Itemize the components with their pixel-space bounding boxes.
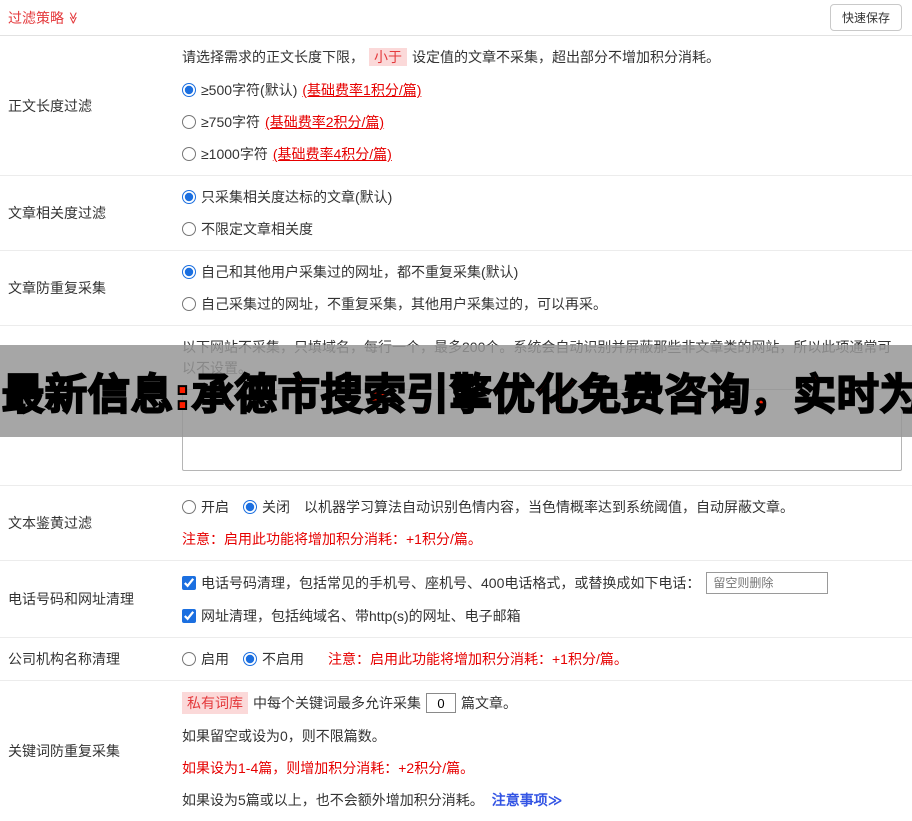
highlight-private-thesaurus: 私有词库 [182, 692, 248, 714]
radio-porn-off[interactable]: 关闭 [243, 497, 290, 517]
relevance-filter-content: 只采集相关度达标的文章(默认) 不限定文章相关度 [178, 176, 912, 250]
row-label-keyword-dedup: 关键词防重复采集 [8, 743, 120, 759]
quick-save-button[interactable]: 快速保存 [829, 4, 902, 31]
radio-length-1000-label: ≥1000字符 [201, 146, 268, 162]
radio-length-1000[interactable]: ≥1000字符 (基础费率4积分/篇) [182, 144, 902, 164]
radio-relevance-any[interactable]: 不限定文章相关度 [182, 219, 902, 239]
radio-porn-off-input[interactable] [243, 500, 257, 514]
row-dedup-filter: 文章防重复采集 自己和其他用户采集过的网址，都不重复采集(默认) 自己采集过的网… [0, 251, 912, 326]
radio-porn-on[interactable]: 开启 [182, 497, 229, 517]
max-articles-input[interactable] [426, 693, 456, 713]
radio-dedup-self-label: 自己采集过的网址，不重复采集，其他用户采集过的，可以再采。 [201, 296, 607, 312]
keyword-dedup-line4-text: 如果设为5篇或以上，也不会额外增加积分消耗。 [182, 792, 484, 808]
radio-length-500-input[interactable] [182, 83, 196, 97]
checkbox-url-clean-input[interactable] [182, 609, 196, 623]
radio-length-750-input[interactable] [182, 115, 196, 129]
keyword-dedup-line1: 私有词库 中每个关键词最多允许采集 篇文章。 [182, 692, 902, 714]
radio-length-750-label: ≥750字符 [201, 114, 261, 130]
radio-relevance-any-label: 不限定文章相关度 [201, 221, 313, 237]
row-label-relevance-filter: 文章相关度过滤 [8, 205, 106, 221]
keyword-dedup-line3: 如果设为1-4篇，则增加积分消耗：+2积分/篇。 [182, 760, 475, 776]
ad-overlay-banner: 最新信息:承德市搜索引擎优化免费咨询，实时为 [0, 345, 912, 437]
radio-dedup-global[interactable]: 自己和其他用户采集过的网址，都不重复采集(默认) [182, 262, 902, 282]
keyword-dedup-line4: 如果设为5篇或以上，也不会额外增加积分消耗。 注意事项≫ [182, 790, 902, 810]
radio-length-750-fee: (基础费率2积分/篇) [265, 114, 385, 130]
radio-relevance-strict-input[interactable] [182, 190, 196, 204]
radio-length-500-label: ≥500字符(默认) [201, 82, 298, 98]
radio-relevance-strict[interactable]: 只采集相关度达标的文章(默认) [182, 187, 902, 207]
radio-porn-on-label: 开启 [201, 499, 229, 515]
chevron-down-icon: ≫ [66, 11, 81, 24]
row-label-length-filter: 正文长度过滤 [8, 97, 92, 114]
radio-dedup-self[interactable]: 自己采集过的网址，不重复采集，其他用户采集过的，可以再采。 [182, 294, 902, 314]
radio-company-off-input[interactable] [243, 652, 257, 666]
row-keyword-dedup: 关键词防重复采集 私有词库 中每个关键词最多允许采集 篇文章。 如果留空或设为0… [0, 681, 912, 821]
porn-filter-note: 注意：启用此功能将增加积分消耗：+1积分/篇。 [182, 531, 482, 547]
intro-before: 请选择需求的正文长度下限， [182, 49, 364, 65]
topbar: 过滤策略 ≫ 快速保存 [0, 0, 912, 36]
radio-length-1000-input[interactable] [182, 147, 196, 161]
porn-filter-content: 开启 关闭 以机器学习算法自动识别色情内容，当色情概率达到系统阈值，自动屏蔽文章… [178, 486, 912, 560]
radio-porn-on-input[interactable] [182, 500, 196, 514]
row-porn-filter: 文本鉴黄过滤 开启 关闭 以机器学习算法自动识别色情内容，当色情概率达到系统阈值… [0, 486, 912, 561]
row-label-dedup-filter: 文章防重复采集 [8, 280, 106, 296]
radio-relevance-strict-label: 只采集相关度达标的文章(默认) [201, 189, 393, 205]
radio-length-500[interactable]: ≥500字符(默认) (基础费率1积分/篇) [182, 80, 902, 100]
page-title-text: 过滤策略 [8, 9, 64, 26]
radio-company-on-label: 启用 [201, 651, 229, 667]
porn-filter-description: 以机器学习算法自动识别色情内容，当色情概率达到系统阈值，自动屏蔽文章。 [304, 499, 794, 515]
phone-url-clean-content: 电话号码清理，包括常见的手机号、座机号、400电话格式，或替换成如下电话： 网址… [178, 561, 912, 637]
company-clean-options: 启用 不启用 注意：启用此功能将增加积分消耗：+1积分/篇。 [182, 649, 902, 669]
radio-company-off[interactable]: 不启用 [243, 649, 304, 669]
row-label-company-clean: 公司机构名称清理 [8, 651, 120, 667]
radio-relevance-any-input[interactable] [182, 222, 196, 236]
radio-dedup-self-input[interactable] [182, 297, 196, 311]
keyword-dedup-content: 私有词库 中每个关键词最多允许采集 篇文章。 如果留空或设为0，则不限篇数。 如… [178, 681, 912, 821]
porn-filter-options: 开启 关闭 以机器学习算法自动识别色情内容，当色情概率达到系统阈值，自动屏蔽文章… [182, 497, 902, 517]
checkbox-phone-clean-input[interactable] [182, 576, 196, 590]
row-relevance-filter: 文章相关度过滤 只采集相关度达标的文章(默认) 不限定文章相关度 [0, 176, 912, 251]
row-phone-url-clean: 电话号码和网址清理 电话号码清理，包括常见的手机号、座机号、400电话格式，或替… [0, 561, 912, 638]
radio-length-750[interactable]: ≥750字符 (基础费率2积分/篇) [182, 112, 902, 132]
row-length-filter: 正文长度过滤 请选择需求的正文长度下限， 小于 设定值的文章不采集，超出部分不增加积… [0, 36, 912, 176]
radio-company-off-label: 不启用 [262, 651, 304, 667]
row-label-porn-filter: 文本鉴黄过滤 [8, 515, 92, 531]
radio-length-500-fee: (基础费率1积分/篇) [302, 82, 422, 98]
radio-porn-off-label: 关闭 [262, 499, 290, 515]
intro-after: 设定值的文章不采集，超出部分不增加积分消耗。 [412, 49, 720, 65]
highlight-less-than: 小于 [369, 48, 407, 66]
length-filter-intro: 请选择需求的正文长度下限， 小于 设定值的文章不采集，超出部分不增加积分消耗。 [182, 47, 902, 68]
page-title[interactable]: 过滤策略 ≫ [8, 8, 80, 28]
keyword-dedup-line1-mid: 中每个关键词最多允许采集 [253, 695, 421, 711]
checkbox-url-clean-label: 网址清理，包括纯域名、带http(s)的网址、电子邮箱 [201, 608, 521, 624]
row-company-clean: 公司机构名称清理 启用 不启用 注意：启用此功能将增加积分消耗：+1积分/篇。 [0, 638, 912, 681]
radio-dedup-global-input[interactable] [182, 265, 196, 279]
radio-company-on-input[interactable] [182, 652, 196, 666]
phone-clean-line: 电话号码清理，包括常见的手机号、座机号、400电话格式，或替换成如下电话： [182, 572, 902, 594]
checkbox-phone-clean-label: 电话号码清理，包括常见的手机号、座机号、400电话格式，或替换成如下电话： [201, 575, 701, 591]
company-clean-content: 启用 不启用 注意：启用此功能将增加积分消耗：+1积分/篇。 [178, 638, 912, 680]
radio-length-1000-fee: (基础费率4积分/篇) [272, 146, 392, 162]
radio-dedup-global-label: 自己和其他用户采集过的网址，都不重复采集(默认) [201, 264, 519, 280]
notice-link[interactable]: 注意事项≫ [492, 792, 563, 808]
keyword-dedup-line1-after: 篇文章。 [461, 695, 517, 711]
dedup-filter-content: 自己和其他用户采集过的网址，都不重复采集(默认) 自己采集过的网址，不重复采集，… [178, 251, 912, 325]
checkbox-url-clean[interactable]: 网址清理，包括纯域名、带http(s)的网址、电子邮箱 [182, 606, 902, 626]
replacement-phone-input[interactable] [706, 572, 829, 594]
row-label-phone-url-clean: 电话号码和网址清理 [8, 591, 134, 607]
length-filter-content: 请选择需求的正文长度下限， 小于 设定值的文章不采集，超出部分不增加积分消耗。 ≥5… [178, 36, 912, 175]
keyword-dedup-line2: 如果留空或设为0，则不限篇数。 [182, 728, 386, 744]
company-clean-note: 注意：启用此功能将增加积分消耗：+1积分/篇。 [328, 651, 628, 667]
ad-overlay-text: 最新信息:承德市搜索引擎优化免费咨询，实时为 [1, 369, 912, 420]
filter-settings-page: 过滤策略 ≫ 快速保存 正文长度过滤 请选择需求的正文长度下限， 小于 设定值的文章… [0, 0, 912, 821]
radio-company-on[interactable]: 启用 [182, 649, 229, 669]
checkbox-phone-clean[interactable]: 电话号码清理，包括常见的手机号、座机号、400电话格式，或替换成如下电话： [182, 573, 700, 593]
